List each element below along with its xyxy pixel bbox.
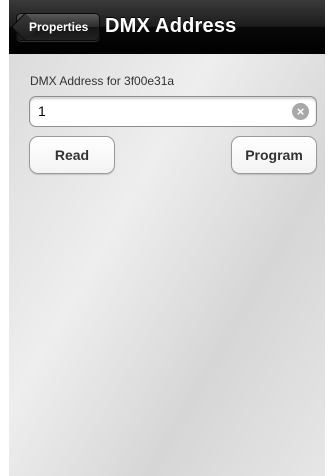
screen: Properties DMX Address DMX Address for 3… [9,0,325,476]
back-button-label: Properties [29,20,89,34]
address-field: × [29,96,317,127]
program-button[interactable]: Program [231,136,317,174]
back-button[interactable]: Properties [10,12,100,42]
navigation-bar: Properties DMX Address [9,0,325,54]
page-title: DMX Address [105,15,237,37]
address-field-label: DMX Address for 3f00e31a [30,74,175,88]
read-button[interactable]: Read [29,136,115,174]
address-input[interactable] [38,101,278,121]
clear-icon[interactable]: × [292,103,309,120]
